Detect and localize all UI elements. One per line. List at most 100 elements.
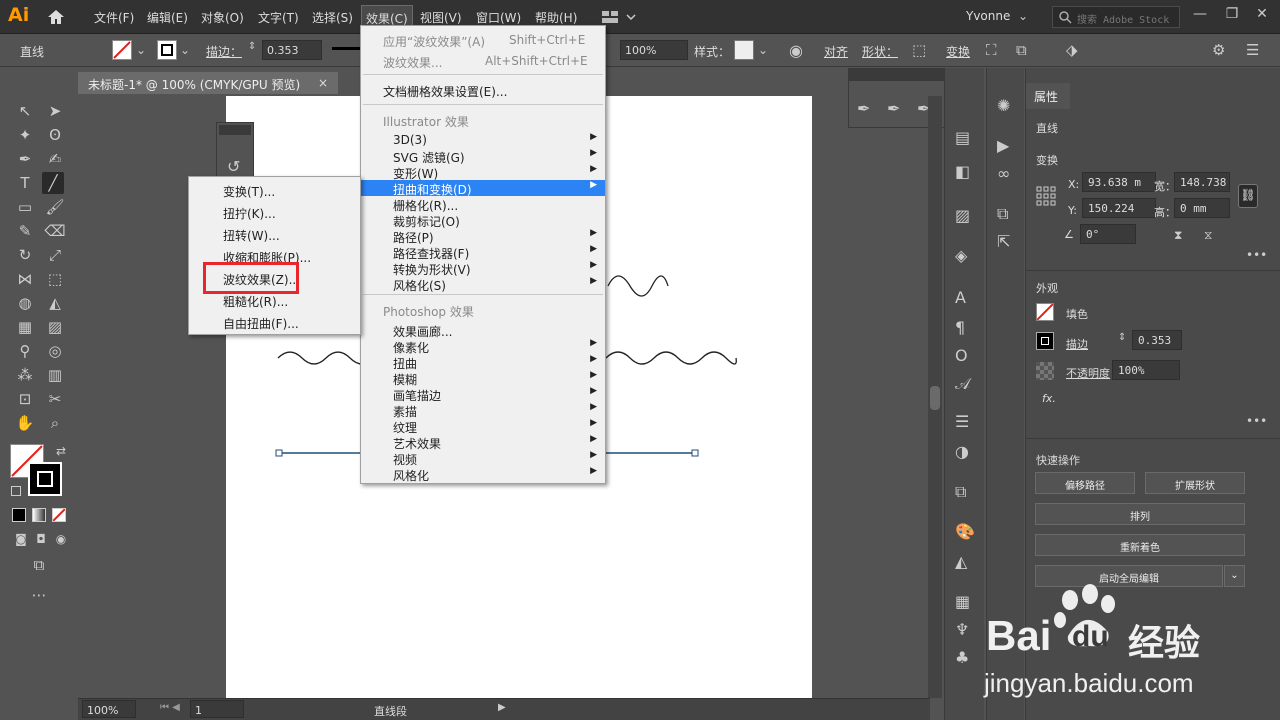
effect-warp-item[interactable]: 变形(W) ▶ <box>361 164 605 181</box>
align-label[interactable]: 对齐 <box>824 43 848 60</box>
effect-3d-item[interactable]: 3D(3) ▶ <box>361 132 605 148</box>
chevron-down-icon[interactable]: ⌄ <box>136 43 146 57</box>
selection-tool-icon[interactable]: ↖ <box>14 100 36 122</box>
fill-swatch[interactable] <box>112 40 132 60</box>
swap-colors-icon[interactable]: ⇄ <box>50 440 72 462</box>
menu-file[interactable]: 文件(F) <box>94 9 134 26</box>
eyedropper-tool-icon[interactable]: ⚲ <box>14 340 36 362</box>
arrange-button[interactable]: 排列 <box>1035 503 1245 525</box>
artboards-panel-icon[interactable]: ⧉ <box>955 482 966 502</box>
ps-artistic-item[interactable]: 艺术效果 ▶ <box>361 434 605 451</box>
x-field[interactable]: 93.638 m <box>1082 172 1156 192</box>
chevron-down-icon[interactable]: ⌄ <box>180 43 190 57</box>
opentype-panel-icon[interactable]: O <box>955 346 968 365</box>
asset-export-icon[interactable]: ⧉ <box>997 204 1008 224</box>
pen-tool-icon[interactable]: ✒ <box>857 99 870 118</box>
eraser-tool-icon[interactable]: ⌫ <box>44 220 66 242</box>
stroke-label[interactable]: 描边： <box>206 43 242 60</box>
constrain-proportions-icon[interactable]: ⛓ <box>1238 184 1258 208</box>
effect-distort-transform-item[interactable]: 扭曲和变换(D) ▶ <box>361 180 605 197</box>
flip-vertical-icon[interactable]: ⧖ <box>1204 228 1212 243</box>
graphic-style-swatch[interactable] <box>734 40 754 60</box>
graph-tool-icon[interactable]: ▥ <box>44 364 66 386</box>
links-panel-icon[interactable]: ∞ <box>997 164 1010 183</box>
add-anchor-tool-icon[interactable]: ✒ <box>887 99 900 118</box>
paintbrush-tool-icon[interactable]: 🖌 <box>44 196 66 218</box>
free-transform-tool-icon[interactable]: ⬚ <box>44 268 66 290</box>
expand-shape-button[interactable]: 扩展形状 <box>1145 472 1245 494</box>
hand-tool-icon[interactable]: ✋ <box>14 412 36 434</box>
maximize-icon[interactable]: ❐ <box>1222 6 1242 26</box>
artboard-tool-icon[interactable]: ⊡ <box>14 388 36 410</box>
ps-stylize-item[interactable]: 风格化 ▶ <box>361 466 605 483</box>
menu-object[interactable]: 对象(O) <box>201 9 244 26</box>
flip-horizontal-icon[interactable]: ⧗ <box>1174 228 1182 243</box>
effect-pathfinder-item[interactable]: 路径查找器(F) ▶ <box>361 244 605 261</box>
first-artboard-icon[interactable]: ⏮ ◀ <box>160 702 180 713</box>
history-undo-icon[interactable]: ↺ <box>227 157 240 176</box>
pen-tool-icon[interactable]: ✒ <box>14 148 36 170</box>
y-field[interactable]: 150.224 <box>1082 198 1156 218</box>
reference-point-icon[interactable] <box>1036 186 1056 206</box>
layers-icon[interactable]: ◈ <box>955 246 967 265</box>
effect-svg-filters-item[interactable]: SVG 滤镜(G) ▶ <box>361 148 605 165</box>
user-name[interactable]: Yvonne <box>966 9 1010 23</box>
character-panel-icon[interactable]: A <box>955 288 966 307</box>
magic-wand-tool-icon[interactable]: ✦ <box>14 124 36 146</box>
symbols-panel-icon[interactable]: ♣ <box>955 648 969 667</box>
ps-texture-item[interactable]: 纹理 ▶ <box>361 418 605 435</box>
line-segment-tool-icon[interactable]: ╱ <box>42 172 64 194</box>
stroke-weight-field[interactable]: 0.353 <box>262 40 322 60</box>
twist-effect-item[interactable]: 扭转(W)... <box>189 223 360 245</box>
color-mode-icon[interactable] <box>12 508 26 522</box>
paragraph-panel-icon[interactable]: ¶ <box>955 318 965 337</box>
gradient-mode-icon[interactable] <box>32 508 46 522</box>
panel-options-icon[interactable]: ⚙ <box>1212 41 1225 59</box>
isolate-icon[interactable]: ⛶ <box>986 41 997 59</box>
align-panel-icon[interactable]: ▤ <box>955 128 970 147</box>
ps-distort-item[interactable]: 扭曲 ▶ <box>361 354 605 371</box>
effect-path-item[interactable]: 路径(P) ▶ <box>361 228 605 245</box>
menu-window[interactable]: 窗口(W) <box>476 9 521 26</box>
direct-selection-tool-icon[interactable]: ➤ <box>44 100 66 122</box>
ps-sketch-item[interactable]: 素描 ▶ <box>361 402 605 419</box>
tweak-effect-item[interactable]: 扭拧(K)... <box>189 201 360 223</box>
chevron-down-icon[interactable]: ⌄ <box>758 43 768 57</box>
menu-edit[interactable]: 编辑(E) <box>147 9 188 26</box>
stroke-color-icon[interactable] <box>28 462 62 496</box>
effect-convert-shape-item[interactable]: 转换为形状(V) ▶ <box>361 260 605 277</box>
draw-normal-icon[interactable]: ◙ <box>10 528 32 550</box>
shaper-tool-icon[interactable]: ✎ <box>14 220 36 242</box>
mesh-tool-icon[interactable]: ▦ <box>14 316 36 338</box>
transform-label[interactable]: 变换 <box>946 43 970 60</box>
document-tab[interactable]: 未标题-1* @ 100% (CMYK/GPU 预览) <box>78 72 338 94</box>
status-menu-icon[interactable]: ▶ <box>498 702 506 713</box>
stroke-swatch[interactable] <box>157 40 177 60</box>
zoom-field[interactable]: 100% <box>82 700 136 718</box>
actions-panel-icon[interactable]: ▶ <box>997 136 1009 155</box>
free-distort-effect-item[interactable]: 自由扭曲(F)... <box>189 311 360 333</box>
width-tool-icon[interactable]: ⋈ <box>14 268 36 290</box>
effect-stylize-item[interactable]: 风格化(S) ▶ <box>361 276 605 293</box>
menu-select[interactable]: 选择(S) <box>312 9 353 26</box>
color-panel-icon[interactable]: ✺ <box>997 96 1010 115</box>
zoom-tool-icon[interactable]: ⌕ <box>44 412 66 434</box>
screen-mode-icon[interactable]: ⧉ <box>28 554 50 576</box>
swatches-panel-icon[interactable]: ▦ <box>955 592 970 611</box>
home-icon[interactable] <box>46 8 66 26</box>
edit-toolbar-icon[interactable]: ⋯ <box>28 584 50 606</box>
lasso-tool-icon[interactable]: ʘ <box>44 124 66 146</box>
menu-list-icon[interactable]: ☰ <box>1246 41 1259 59</box>
ps-video-item[interactable]: 视频 ▶ <box>361 450 605 467</box>
slice-tool-icon[interactable]: ✂ <box>44 388 66 410</box>
menu-view[interactable]: 视图(V) <box>420 9 462 26</box>
draw-behind-icon[interactable]: ◘ <box>30 528 52 550</box>
stroke-swatch-prop[interactable] <box>1036 332 1054 350</box>
rotate-tool-icon[interactable]: ↻ <box>14 244 36 266</box>
opacity-prop-field[interactable]: 100% <box>1112 360 1180 380</box>
color-guide-icon[interactable]: 🎨 <box>955 522 975 541</box>
menu-type[interactable]: 文字(T) <box>258 9 299 26</box>
angle-field[interactable]: 0° <box>1080 224 1136 244</box>
shape-label[interactable]: 形状： <box>862 43 898 60</box>
recolor-icon[interactable]: ◉ <box>789 41 803 60</box>
